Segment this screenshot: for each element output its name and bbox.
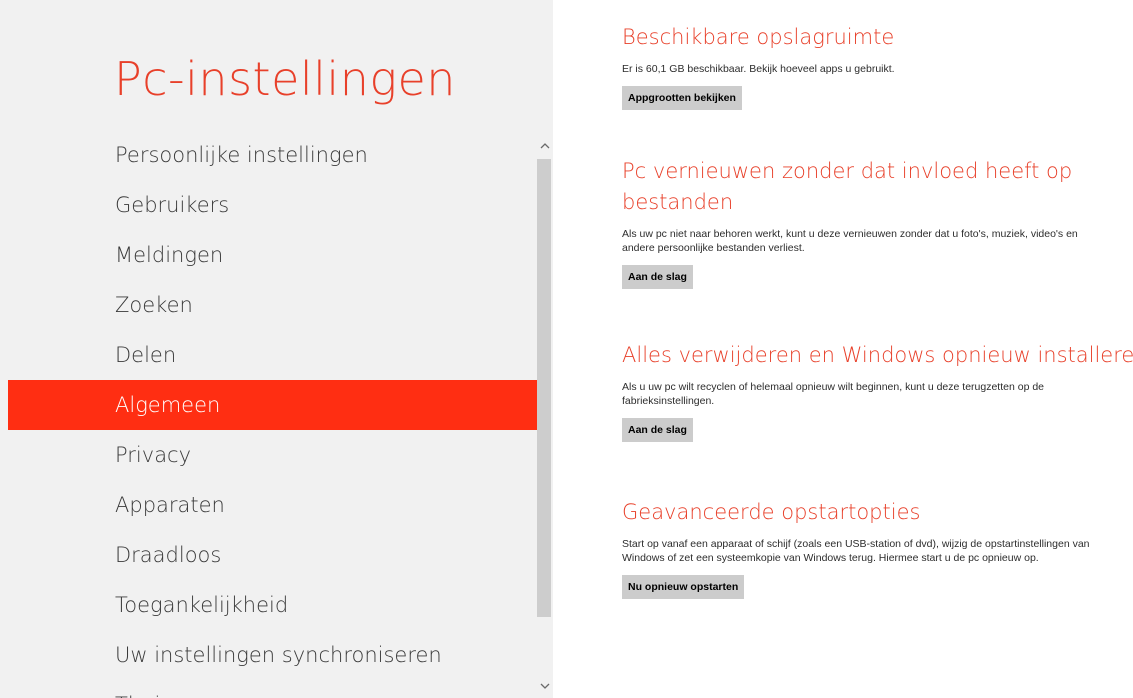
advanced-startup-description: Start op vanaf een apparaat of schijf (z… [622,538,1090,564]
nav-scrollbar[interactable] [536,137,553,698]
reset-description: Als u uw pc wilt recyclen of helemaal op… [622,381,1044,407]
advanced-startup-title: Geavanceerde opstartopties [622,500,921,524]
nav-item-meldingen[interactable]: Meldingen [0,230,536,280]
nav-item-zoeken[interactable]: Zoeken [0,280,536,330]
nav-item-privacy[interactable]: Privacy [0,430,536,480]
refresh-title-line2: bestanden [622,190,734,214]
refresh-title-line1: Pc vernieuwen zonder dat invloed heeft o… [622,159,1073,183]
nav-item-gebruikers[interactable]: Gebruikers [0,180,536,230]
refresh-section: Pc vernieuwen zonder dat invloed heeft o… [622,156,1133,289]
chevron-down-icon[interactable] [536,677,553,695]
reset-section: Alles verwijderen en Windows opnieuw ins… [622,340,1133,442]
nav-item-algemeen[interactable]: Algemeen [8,380,537,430]
storage-title: Beschikbare opslagruimte [622,25,895,49]
reset-title: Alles verwijderen en Windows opnieuw ins… [622,343,1133,367]
nav-item-thuisgroep[interactable]: Thuisgroep [0,680,536,698]
nav-item-apparaten[interactable]: Apparaten [0,480,536,530]
restart-now-button[interactable]: Nu opnieuw opstarten [622,575,745,599]
storage-section: Beschikbare opslagruimte Er is 60,1 GB b… [622,22,1133,110]
app-title: Pc-instellingen [114,52,456,106]
nav-item-toegankelijkheid[interactable]: Toegankelijkheid [0,580,536,630]
advanced-startup-section: Geavanceerde opstartopties Start op vana… [622,497,1133,599]
nav-pane: Pc-instellingen Persoonlijke instellinge… [0,0,553,698]
nav-item-synchroniseren[interactable]: Uw instellingen synchroniseren [0,630,536,680]
view-app-sizes-button[interactable]: Appgrootten bekijken [622,86,742,110]
scroll-thumb[interactable] [537,159,551,617]
storage-description: Er is 60,1 GB beschikbaar. Bekijk hoevee… [622,63,895,75]
nav-item-delen[interactable]: Delen [0,330,536,380]
nav-item-draadloos[interactable]: Draadloos [0,530,536,580]
refresh-title: Pc vernieuwen zonder dat invloed heeft o… [622,156,1133,218]
refresh-description: Als uw pc niet naar behoren werkt, kunt … [622,228,1078,254]
refresh-start-button[interactable]: Aan de slag [622,265,693,289]
nav-item-persoonlijke-instellingen[interactable]: Persoonlijke instellingen [0,130,536,180]
nav-list: Persoonlijke instellingen Gebruikers Mel… [0,130,537,698]
reset-start-button[interactable]: Aan de slag [622,418,693,442]
chevron-up-icon[interactable] [536,137,553,155]
